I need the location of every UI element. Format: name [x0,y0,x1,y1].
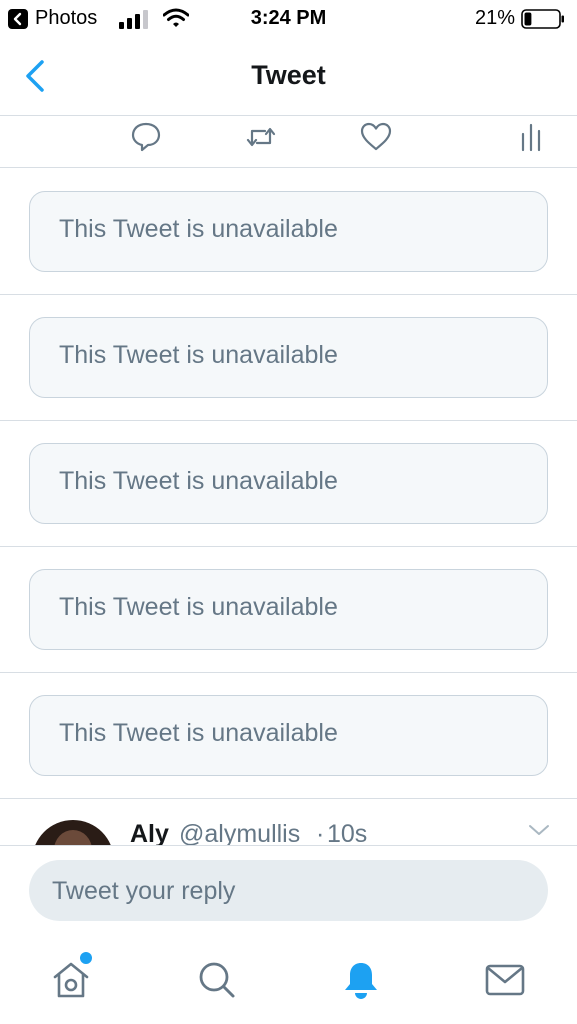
unavailable-tweet-text: This Tweet is unavailable [59,593,338,621]
home-icon[interactable] [49,958,93,1002]
unavailable-tweet-card[interactable]: This Tweet is unavailable [29,443,548,524]
unavailable-tweet-card[interactable]: This Tweet is unavailable [29,191,548,272]
unavailable-tweet-text: This Tweet is unavailable [59,215,338,243]
battery-icon [521,9,564,29]
avatar[interactable] [32,820,114,845]
unavailable-tweet-row: This Tweet is unavailable [0,169,577,295]
like-icon[interactable] [359,120,393,154]
unavailable-tweet-text: This Tweet is unavailable [59,341,338,369]
unavailable-tweet-row: This Tweet is unavailable [0,295,577,421]
unavailable-tweet-row: This Tweet is unavailable [0,421,577,547]
tweet-actions-row [0,116,577,168]
chevron-down-icon[interactable] [527,822,551,838]
navigation-bar: Tweet [0,38,577,116]
analytics-icon[interactable] [515,120,549,154]
reply-icon[interactable] [129,120,163,154]
reply-input[interactable]: Tweet your reply [29,860,548,921]
tweet-author-name[interactable]: Aly [130,820,169,845]
home-notification-dot [80,952,92,964]
status-bar: Photos 3:24 PM 21% [0,0,577,38]
retweet-icon[interactable] [244,120,278,154]
unavailable-tweet-card[interactable]: This Tweet is unavailable [29,695,548,776]
unavailable-tweet-text: This Tweet is unavailable [59,467,338,495]
unavailable-tweet-text: This Tweet is unavailable [59,719,338,747]
tweet-author-handle[interactable]: @alymullis [179,820,300,845]
unavailable-tweet-row: This Tweet is unavailable [0,673,577,799]
tweet-meta-separator: · [316,820,325,846]
unavailable-tweet-card[interactable]: This Tweet is unavailable [29,317,548,398]
messages-envelope-icon[interactable] [483,958,527,1002]
search-icon[interactable] [195,958,239,1002]
notifications-bell-icon[interactable] [339,958,383,1002]
tweet-timestamp: 10s [327,820,368,846]
unavailable-tweet-card[interactable]: This Tweet is unavailable [29,569,548,650]
tweet-item[interactable]: Aly @alymullis · 10s [0,800,577,846]
page-title: Tweet [251,60,326,90]
unavailable-tweet-row: This Tweet is unavailable [0,547,577,673]
reply-placeholder: Tweet your reply [52,877,236,905]
battery-percent: 21% [474,7,515,29]
